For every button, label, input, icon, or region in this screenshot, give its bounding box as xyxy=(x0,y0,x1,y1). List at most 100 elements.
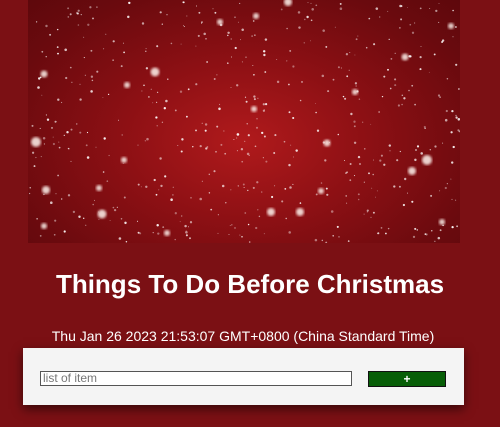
snowflake xyxy=(288,231,291,234)
snowflake xyxy=(230,86,232,88)
snowflake xyxy=(357,198,360,201)
snowflake xyxy=(264,102,268,106)
snowflake xyxy=(299,99,302,102)
snowflake xyxy=(444,186,447,190)
snowflake xyxy=(63,230,66,233)
snowflake xyxy=(77,24,80,26)
snowflake xyxy=(398,185,401,188)
snowflake xyxy=(245,100,248,103)
snowflake xyxy=(80,13,82,16)
snowflake xyxy=(57,174,59,177)
snowflake xyxy=(415,149,417,151)
snowflake xyxy=(112,40,115,43)
snowflake xyxy=(248,154,250,157)
snowflake xyxy=(406,6,408,8)
snowflake xyxy=(55,193,57,195)
snowflake xyxy=(79,83,81,85)
snowflake xyxy=(288,111,291,114)
snowflake xyxy=(67,7,70,10)
snowflake xyxy=(76,12,79,15)
hero-banner xyxy=(28,0,460,243)
snowflake xyxy=(144,140,147,142)
snowflake xyxy=(315,193,318,196)
snowflake xyxy=(103,137,106,140)
snowflake xyxy=(246,152,250,156)
snowflake xyxy=(254,145,257,148)
snowflake xyxy=(292,116,295,120)
snowflake xyxy=(439,229,442,232)
snowflake xyxy=(364,148,366,150)
snowflake xyxy=(86,131,89,134)
snowflake xyxy=(416,145,420,148)
snowflake xyxy=(231,56,232,58)
snowflake xyxy=(408,55,411,58)
snowflake xyxy=(128,1,131,5)
snowflake xyxy=(261,131,264,135)
snowflake xyxy=(61,101,63,104)
snowflake xyxy=(373,159,375,161)
snowflake xyxy=(43,143,45,145)
snowflake xyxy=(36,218,38,220)
snowflake xyxy=(377,233,379,235)
snowflake xyxy=(263,135,266,138)
snowflake xyxy=(326,193,329,196)
snowflake xyxy=(346,202,348,204)
snowflake xyxy=(67,194,71,197)
snowflake xyxy=(152,102,154,104)
snowflake xyxy=(56,46,59,48)
snowflake xyxy=(390,58,393,60)
snowflake xyxy=(298,26,301,29)
snowflake xyxy=(228,233,230,236)
snowflake xyxy=(180,43,182,45)
snowflake xyxy=(153,178,156,182)
snowflake xyxy=(165,99,168,103)
snowflake xyxy=(428,71,430,73)
snowflake xyxy=(52,136,54,138)
add-item-button[interactable]: + xyxy=(368,371,446,387)
snowflake xyxy=(457,118,460,121)
snowflake xyxy=(247,223,250,226)
snowflake xyxy=(262,50,266,53)
snowflake xyxy=(141,22,145,25)
snowflake xyxy=(243,187,245,188)
snowflake xyxy=(199,197,202,201)
snowflake xyxy=(311,8,314,11)
snowflake xyxy=(262,103,265,106)
snowflake xyxy=(394,84,397,87)
snowflake xyxy=(172,194,174,196)
snowflake xyxy=(372,211,375,214)
snowflake xyxy=(179,90,183,93)
snowflake xyxy=(70,160,72,162)
snowflake xyxy=(166,14,168,16)
snowflake xyxy=(49,33,52,36)
snowflake xyxy=(89,6,92,9)
snowflake xyxy=(113,208,117,212)
snowflake xyxy=(257,209,259,211)
snowflake xyxy=(229,224,231,226)
snowflake xyxy=(437,236,441,240)
snowflake xyxy=(170,198,173,201)
snowflake-large xyxy=(253,13,259,19)
snowflake xyxy=(414,158,417,162)
snowflake xyxy=(31,124,34,127)
snowflake xyxy=(370,123,372,125)
snowflake xyxy=(345,53,349,56)
snowflake xyxy=(383,163,386,166)
snowflake xyxy=(399,150,401,153)
snowflake xyxy=(255,126,259,129)
item-input[interactable] xyxy=(40,371,352,386)
snowflake xyxy=(213,170,216,173)
snowflake xyxy=(262,157,264,159)
snowflake xyxy=(72,210,76,214)
snowflake xyxy=(120,65,123,68)
snowflake xyxy=(274,134,277,137)
snowflake xyxy=(411,31,415,34)
snowflake xyxy=(354,82,358,85)
snowflake xyxy=(148,96,150,98)
snowflake xyxy=(265,160,268,163)
snowflake xyxy=(241,28,244,31)
snowflake xyxy=(419,68,422,71)
snowflake xyxy=(137,144,139,146)
snowflake-large xyxy=(150,67,160,77)
snowflake xyxy=(327,90,330,93)
